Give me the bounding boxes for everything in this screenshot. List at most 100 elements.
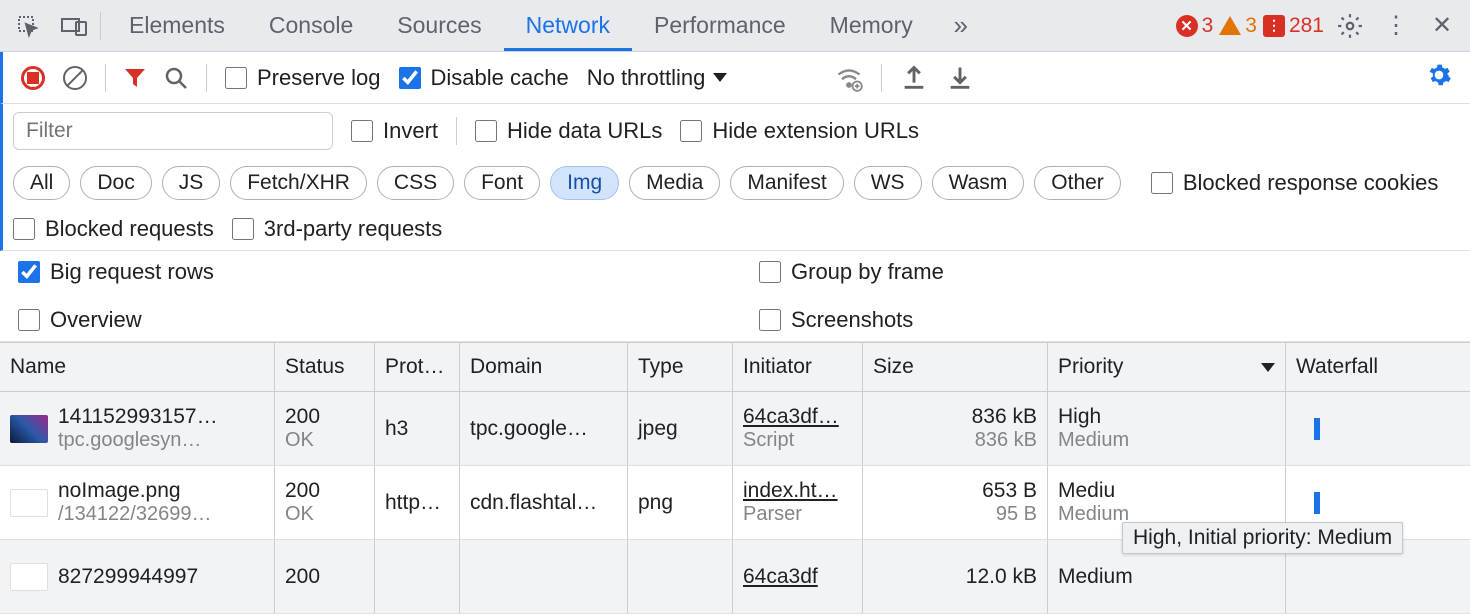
tab-network[interactable]: Network	[504, 0, 632, 51]
filter-bar: Invert Hide data URLs Hide extension URL…	[0, 104, 1470, 251]
col-status[interactable]: Status	[275, 343, 375, 391]
status-code: 200	[285, 405, 364, 429]
network-conditions-icon[interactable]	[835, 64, 863, 92]
filter-pill-fetch-xhr[interactable]: Fetch/XHR	[230, 166, 367, 200]
hide-ext-urls-checkbox[interactable]: Hide extension URLs	[680, 118, 919, 144]
initiator-link[interactable]: 64ca3df…	[743, 405, 852, 429]
initiator-link[interactable]: index.ht…	[743, 479, 852, 503]
kebab-icon[interactable]: ⋮	[1376, 6, 1416, 46]
filter-pill-font[interactable]: Font	[464, 166, 540, 200]
filter-pill-all[interactable]: All	[13, 166, 70, 200]
col-name[interactable]: Name	[0, 343, 275, 391]
overview-checkbox[interactable]: Overview	[18, 307, 711, 333]
import-har-icon[interactable]	[946, 64, 974, 92]
blocked-cookies-checkbox[interactable]: Blocked response cookies	[1151, 170, 1439, 196]
request-path: /134122/32699…	[58, 503, 264, 526]
divider	[105, 64, 106, 92]
divider	[100, 12, 101, 40]
issues-badge[interactable]: ⋮281	[1263, 14, 1324, 38]
col-type[interactable]: Type	[628, 343, 733, 391]
inspect-icon[interactable]	[8, 6, 48, 46]
request-name: noImage.png	[58, 479, 264, 503]
initiator-link[interactable]: 64ca3df	[743, 565, 852, 589]
filter-pill-img[interactable]: Img	[550, 166, 619, 200]
type	[628, 540, 733, 613]
tab-console[interactable]: Console	[247, 0, 375, 51]
filter-pill-css[interactable]: CSS	[377, 166, 454, 200]
network-settings-icon[interactable]	[1426, 62, 1452, 94]
devtools-tabbar: ElementsConsoleSourcesNetworkPerformance…	[0, 0, 1470, 52]
status-text: OK	[285, 429, 364, 452]
request-thumbnail	[10, 489, 48, 517]
sort-desc-icon	[1261, 363, 1275, 372]
clear-button[interactable]	[63, 66, 87, 90]
filter-input[interactable]	[13, 112, 333, 150]
protocol: http…	[375, 466, 460, 539]
type: jpeg	[628, 392, 733, 465]
transfer-size: 836 kB	[873, 405, 1037, 429]
settings-icon[interactable]	[1330, 6, 1370, 46]
tab-elements[interactable]: Elements	[107, 0, 247, 51]
divider	[456, 117, 457, 145]
hide-data-urls-checkbox[interactable]: Hide data URLs	[475, 118, 662, 144]
initial-priority: Medium	[1058, 429, 1275, 452]
tab-memory[interactable]: Memory	[808, 0, 935, 51]
priority: Mediu	[1058, 479, 1275, 503]
screenshots-checkbox[interactable]: Screenshots	[759, 307, 1452, 333]
filter-pill-js[interactable]: JS	[162, 166, 221, 200]
status-text: OK	[285, 503, 364, 526]
transfer-size: 12.0 kB	[873, 565, 1037, 589]
domain: cdn.flashtal…	[460, 466, 628, 539]
device-toggle-icon[interactable]	[54, 6, 94, 46]
priority: Medium	[1058, 565, 1275, 589]
col-domain[interactable]: Domain	[460, 343, 628, 391]
error-counts: ✕3 3 ⋮281	[1176, 14, 1324, 38]
filter-icon[interactable]	[124, 68, 146, 88]
waterfall-bar	[1314, 492, 1320, 514]
filter-pill-doc[interactable]: Doc	[80, 166, 151, 200]
filter-pill-other[interactable]: Other	[1034, 166, 1121, 200]
resource-size: 836 kB	[873, 429, 1037, 452]
close-icon[interactable]: ✕	[1422, 6, 1462, 46]
col-size[interactable]: Size	[863, 343, 1048, 391]
invert-checkbox[interactable]: Invert	[351, 118, 438, 144]
record-button[interactable]	[21, 66, 45, 90]
col-initiator[interactable]: Initiator	[733, 343, 863, 391]
protocol	[375, 540, 460, 613]
search-icon[interactable]	[164, 66, 188, 90]
divider	[881, 64, 882, 92]
third-party-checkbox[interactable]: 3rd-party requests	[232, 216, 443, 242]
tab-performance[interactable]: Performance	[632, 0, 808, 51]
col-priority[interactable]: Priority	[1048, 343, 1286, 391]
waterfall-bar	[1314, 418, 1320, 440]
requests-table-body: 141152993157…tpc.googlesyn… 200OK h3 tpc…	[0, 392, 1470, 614]
request-thumbnail	[10, 415, 48, 443]
requests-table-header: Name Status Prot… Domain Type Initiator …	[0, 342, 1470, 392]
network-toolbar: Preserve log Disable cache No throttling	[0, 52, 1470, 104]
initiator-type: Parser	[743, 503, 852, 526]
disable-cache-checkbox[interactable]: Disable cache	[399, 65, 569, 91]
priority-tooltip: High, Initial priority: Medium	[1122, 522, 1403, 554]
transfer-size: 653 B	[873, 479, 1037, 503]
more-tabs-icon[interactable]: »	[941, 6, 981, 46]
error-badge[interactable]: ✕3	[1176, 14, 1214, 38]
preserve-log-checkbox[interactable]: Preserve log	[225, 65, 381, 91]
warning-badge[interactable]: 3	[1219, 14, 1257, 38]
filter-pill-wasm[interactable]: Wasm	[932, 166, 1025, 200]
tab-sources[interactable]: Sources	[375, 0, 503, 51]
chevron-down-icon	[713, 73, 727, 82]
table-row[interactable]: 141152993157…tpc.googlesyn… 200OK h3 tpc…	[0, 392, 1470, 466]
col-waterfall[interactable]: Waterfall	[1286, 343, 1470, 391]
group-frame-checkbox[interactable]: Group by frame	[759, 259, 1452, 285]
blocked-requests-checkbox[interactable]: Blocked requests	[13, 216, 214, 242]
request-path: tpc.googlesyn…	[58, 429, 264, 452]
col-protocol[interactable]: Prot…	[375, 343, 460, 391]
filter-pill-ws[interactable]: WS	[854, 166, 922, 200]
filter-pill-media[interactable]: Media	[629, 166, 720, 200]
export-har-icon[interactable]	[900, 64, 928, 92]
throttling-select[interactable]: No throttling	[587, 65, 818, 91]
big-rows-checkbox[interactable]: Big request rows	[18, 259, 711, 285]
type-filter-pills: All Doc JS Fetch/XHR CSS Font Img Media Manifest…	[13, 166, 1121, 200]
filter-pill-manifest[interactable]: Manifest	[730, 166, 843, 200]
divider	[206, 64, 207, 92]
